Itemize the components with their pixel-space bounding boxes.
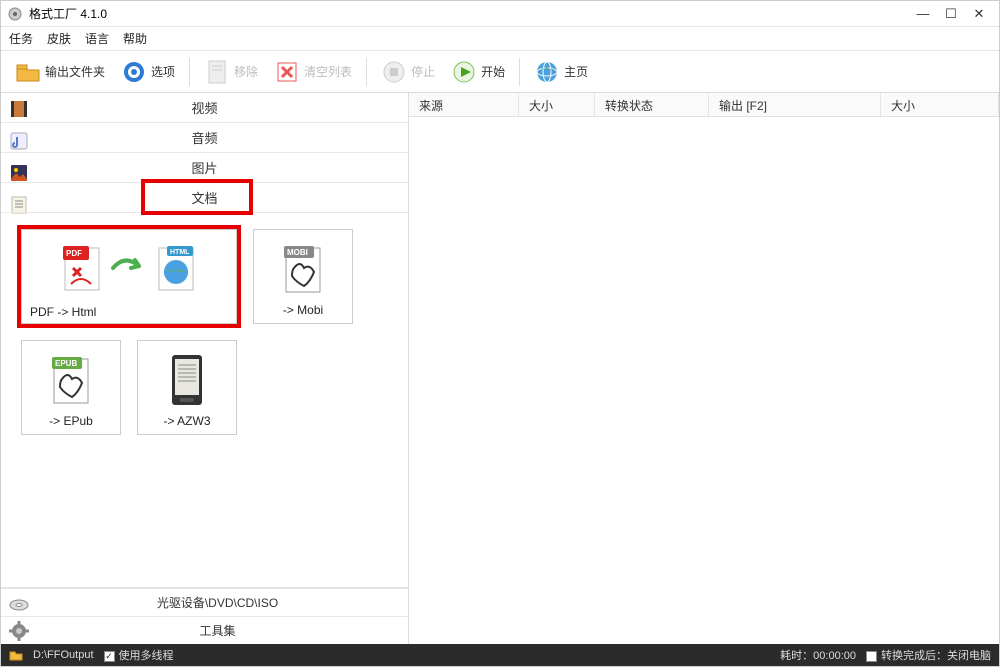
- category-audio-label: 音频: [191, 128, 217, 147]
- remove-label: 移除: [234, 63, 258, 80]
- left-panel: 视频 音频 图片 文档 PDF: [1, 93, 409, 644]
- close-button[interactable]: ✕: [965, 6, 993, 22]
- separator: [366, 58, 367, 86]
- format-mobi-label: -> Mobi: [283, 303, 323, 317]
- category-area: 视频 音频 图片 文档 PDF: [1, 93, 408, 587]
- clear-list-button[interactable]: 清空列表: [268, 57, 358, 87]
- category-video[interactable]: 视频: [1, 93, 408, 123]
- globe-icon: [534, 59, 560, 85]
- output-folder-label: 输出文件夹: [45, 63, 105, 80]
- options-label: 选项: [151, 63, 175, 80]
- col-output[interactable]: 输出 [F2]: [709, 93, 881, 116]
- pdf-icon: PDF: [61, 244, 103, 292]
- epub-icon: EPUB: [48, 347, 94, 414]
- bottom-categories: 光驱设备\DVD\CD\ISO 工具集: [1, 587, 408, 644]
- options-button[interactable]: 选项: [115, 57, 181, 87]
- svg-text:PDF: PDF: [66, 249, 82, 258]
- window-title: 格式工厂 4.1.0: [29, 5, 107, 22]
- stop-button[interactable]: 停止: [375, 57, 441, 87]
- toolkit-row[interactable]: 工具集: [1, 616, 408, 644]
- remove-icon: [204, 59, 230, 85]
- format-pdf-to-html[interactable]: PDF HTML PDF -> Html: [21, 229, 237, 324]
- html-icon: HTML: [155, 244, 197, 292]
- after-convert-checkbox[interactable]: 转换完成后：关闭电脑: [866, 647, 991, 663]
- col-source[interactable]: 来源: [409, 93, 519, 116]
- elapsed-label: 耗时：00:00:00: [780, 647, 856, 663]
- home-label: 主页: [564, 63, 588, 80]
- start-label: 开始: [481, 63, 505, 80]
- clear-icon: [274, 59, 300, 85]
- category-picture[interactable]: 图片: [1, 153, 408, 183]
- category-audio[interactable]: 音频: [1, 123, 408, 153]
- minimize-button[interactable]: —: [909, 6, 937, 21]
- menu-skin[interactable]: 皮肤: [47, 30, 71, 47]
- start-button[interactable]: 开始: [445, 57, 511, 87]
- category-document-label: 文档: [191, 188, 217, 207]
- output-folder-button[interactable]: 输出文件夹: [9, 57, 111, 87]
- col-size2[interactable]: 大小: [881, 93, 999, 116]
- multithread-checkbox[interactable]: 使用多线程: [104, 647, 174, 663]
- svg-text:HTML: HTML: [170, 249, 190, 256]
- format-pdf-html-label: PDF -> Html: [30, 301, 228, 319]
- list-header: 来源 大小 转换状态 输出 [F2] 大小: [409, 93, 999, 117]
- mobi-icon: MOBI: [280, 236, 326, 303]
- format-grid: PDF HTML PDF -> Html MOBI: [1, 213, 408, 451]
- optical-drive-row[interactable]: 光驱设备\DVD\CD\ISO: [1, 588, 408, 616]
- svg-text:MOBI: MOBI: [287, 248, 308, 257]
- maximize-button[interactable]: ☐: [937, 6, 965, 22]
- format-azw3[interactable]: -> AZW3: [137, 340, 237, 435]
- arrow-icon: [111, 256, 147, 280]
- output-path[interactable]: D:\FFOutput: [33, 649, 94, 661]
- folder-icon: [15, 59, 41, 85]
- stop-icon: [381, 59, 407, 85]
- menu-help[interactable]: 帮助: [123, 30, 147, 47]
- format-azw3-label: -> AZW3: [163, 414, 210, 428]
- app-icon: [7, 6, 23, 22]
- gear-icon: [9, 621, 29, 641]
- svg-text:EPUB: EPUB: [55, 359, 77, 368]
- statusbar: D:\FFOutput 使用多线程 耗时：00:00:00 转换完成后：关闭电脑: [1, 644, 999, 666]
- azw3-icon: [164, 347, 210, 414]
- optical-label: 光驱设备\DVD\CD\ISO: [35, 594, 400, 611]
- file-list[interactable]: [409, 117, 999, 644]
- menu-task[interactable]: 任务: [9, 30, 33, 47]
- menubar: 任务 皮肤 语言 帮助: [1, 27, 999, 51]
- folder-small-icon: [9, 649, 23, 661]
- main-area: 视频 音频 图片 文档 PDF: [1, 93, 999, 644]
- category-video-label: 视频: [191, 98, 217, 117]
- menu-language[interactable]: 语言: [85, 30, 109, 47]
- start-icon: [451, 59, 477, 85]
- clear-label: 清空列表: [304, 63, 352, 80]
- toolbar: 输出文件夹 选项 移除 清空列表 停止 开始 主页: [1, 51, 999, 93]
- right-panel: 来源 大小 转换状态 输出 [F2] 大小: [409, 93, 999, 644]
- format-epub-label: -> EPub: [49, 414, 93, 428]
- separator: [519, 58, 520, 86]
- remove-button[interactable]: 移除: [198, 57, 264, 87]
- format-mobi[interactable]: MOBI -> Mobi: [253, 229, 353, 324]
- col-status[interactable]: 转换状态: [595, 93, 709, 116]
- category-document[interactable]: 文档: [1, 183, 408, 213]
- disc-icon: [9, 593, 29, 613]
- category-picture-label: 图片: [191, 158, 217, 177]
- format-epub[interactable]: EPUB -> EPub: [21, 340, 121, 435]
- home-button[interactable]: 主页: [528, 57, 594, 87]
- stop-label: 停止: [411, 63, 435, 80]
- toolkit-label: 工具集: [35, 622, 400, 639]
- titlebar: 格式工厂 4.1.0 — ☐ ✕: [1, 1, 999, 27]
- options-icon: [121, 59, 147, 85]
- col-size1[interactable]: 大小: [519, 93, 595, 116]
- separator: [189, 58, 190, 86]
